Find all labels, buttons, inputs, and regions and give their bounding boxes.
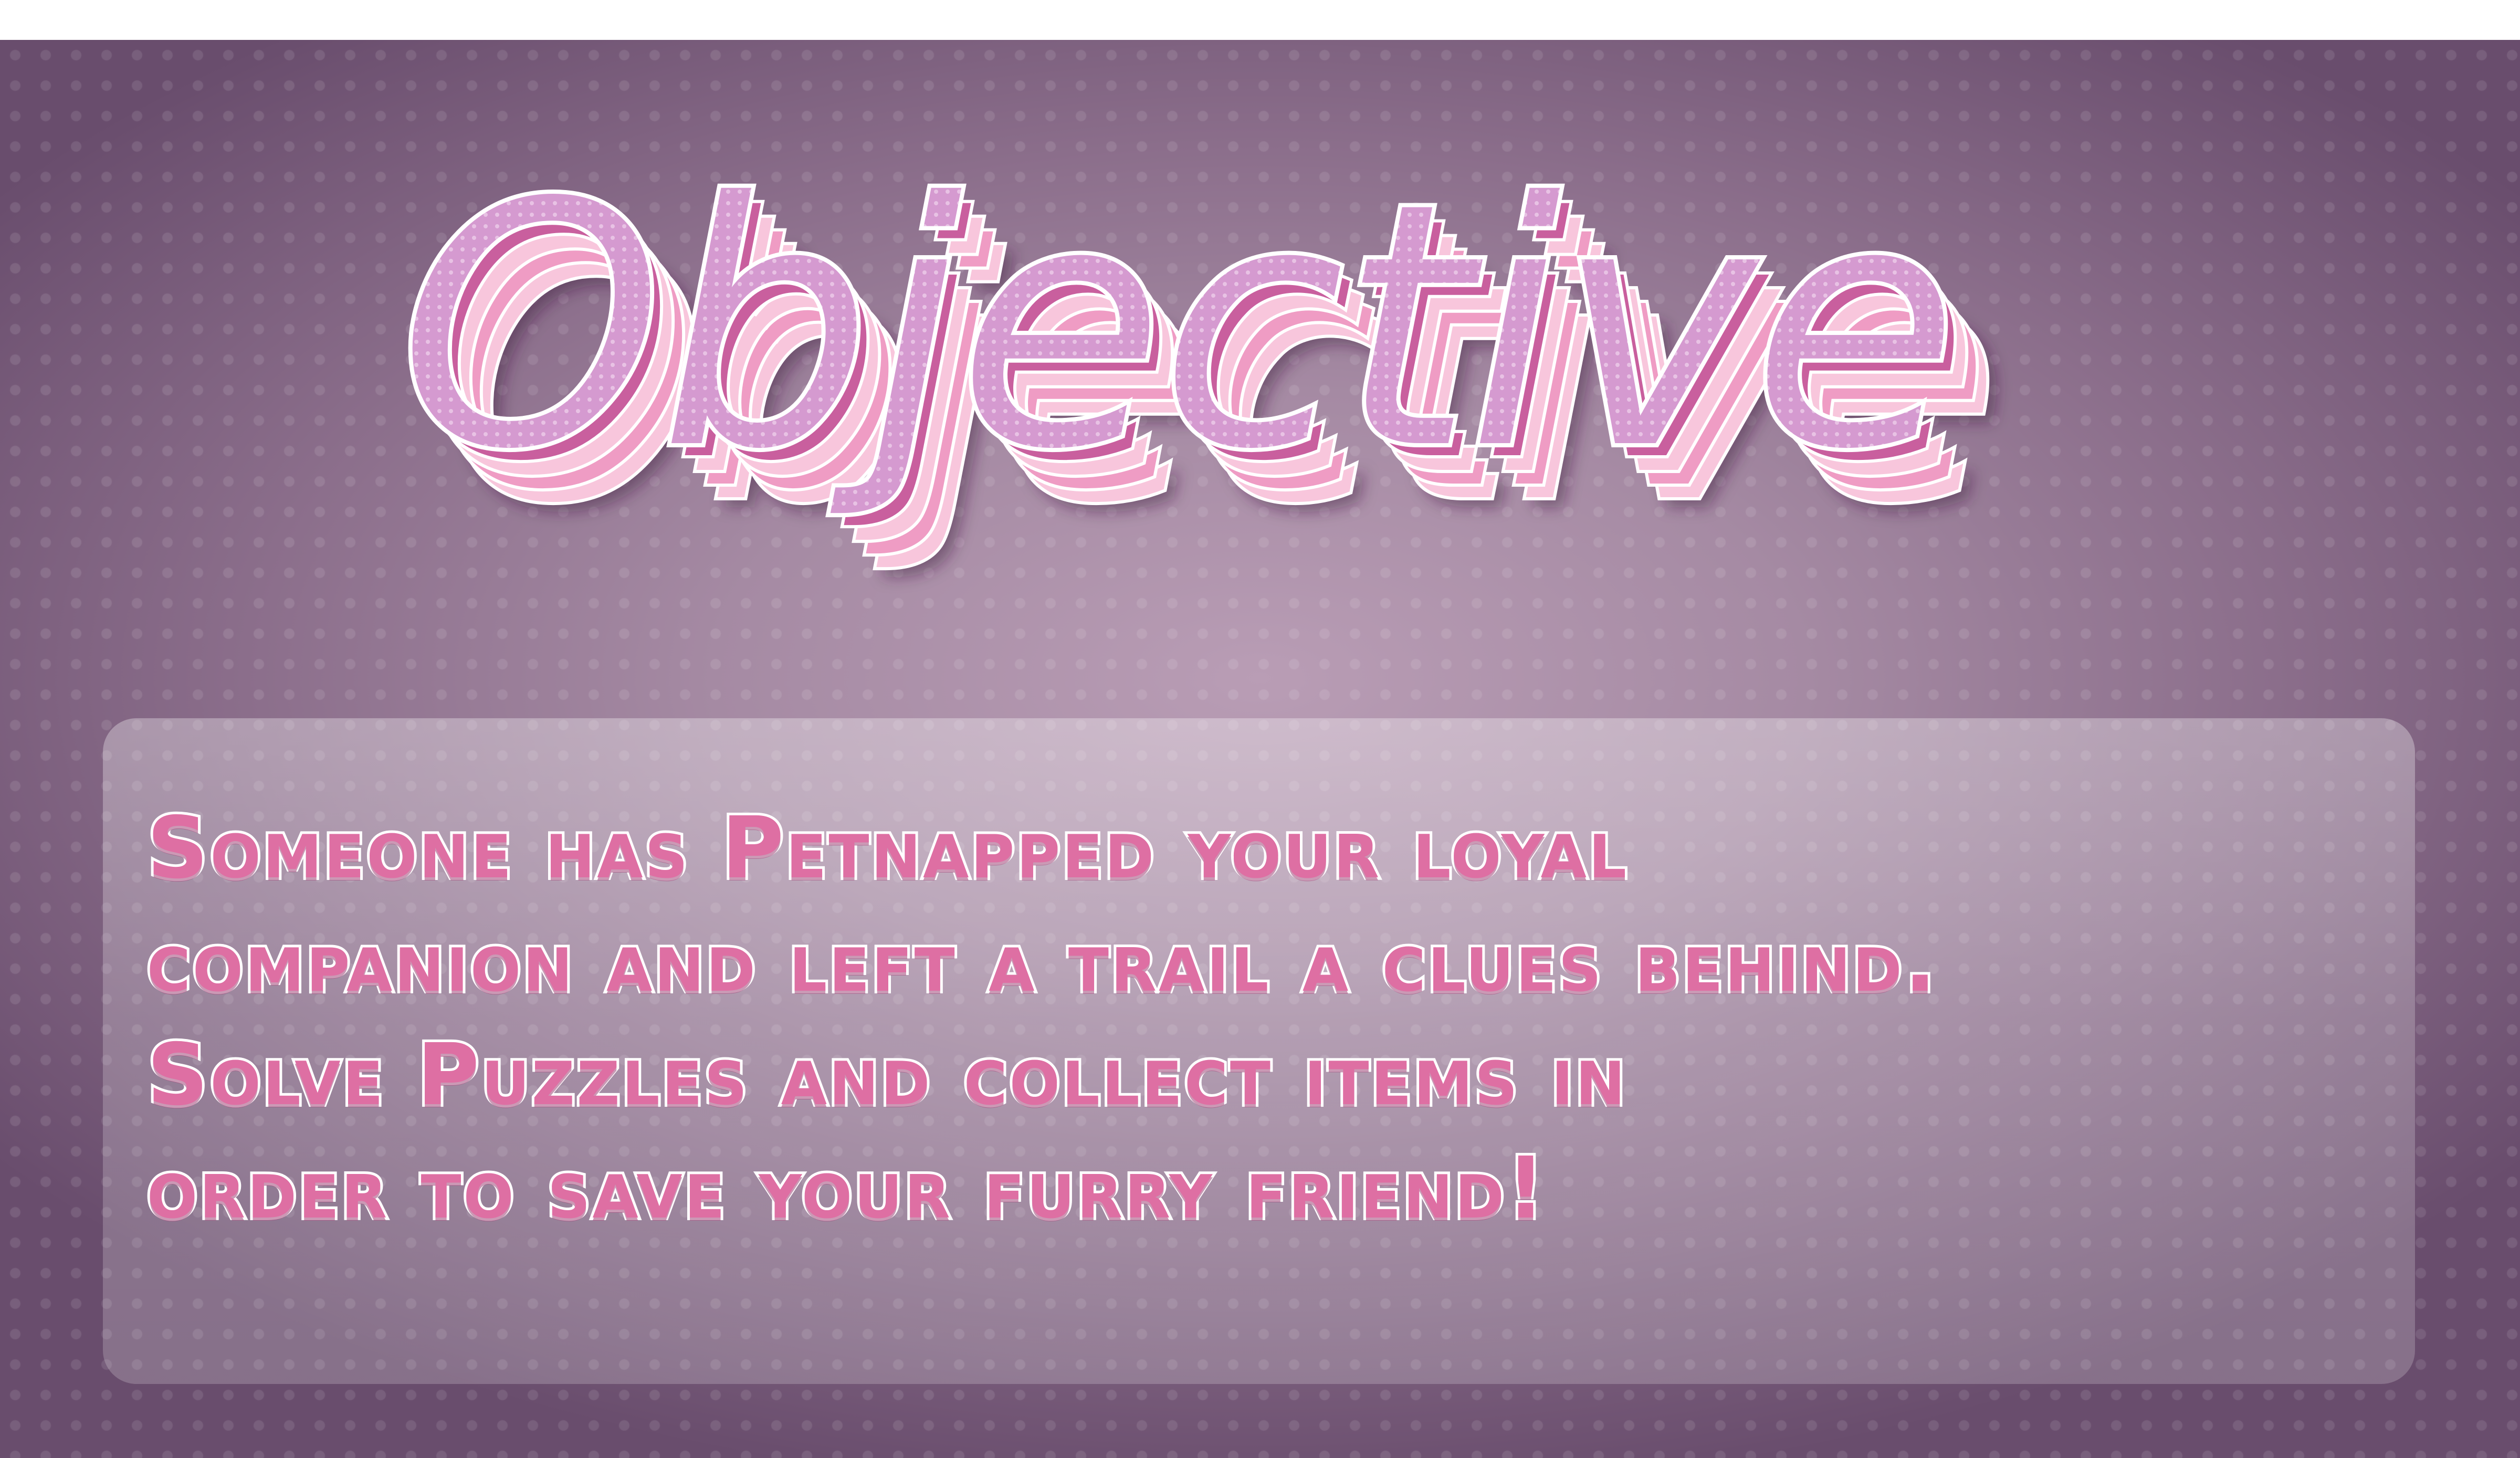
description-line: order to save your furry friend! — [144, 1137, 1548, 1241]
background-panel: Objective Objective Objective Objective … — [0, 40, 2520, 1458]
description-line: Solve Puzzles and collect items in — [144, 1023, 1628, 1127]
title-group: Objective Objective Objective Objective … — [395, 127, 2132, 717]
objective-title-art: Objective Objective Objective Objective … — [395, 127, 2011, 586]
description-box: Someone has Petnapped your loyal compani… — [103, 718, 2415, 1384]
objective-description: Someone has Petnapped your loyal compani… — [144, 792, 2384, 1245]
objective-screen: Objective Objective Objective Objective … — [0, 0, 2520, 1458]
objective-title: Objective — [399, 131, 1955, 522]
description-line: companion and left a trail a clues behin… — [144, 910, 1939, 1014]
description-line: Someone has Petnapped your loyal — [144, 796, 1629, 900]
